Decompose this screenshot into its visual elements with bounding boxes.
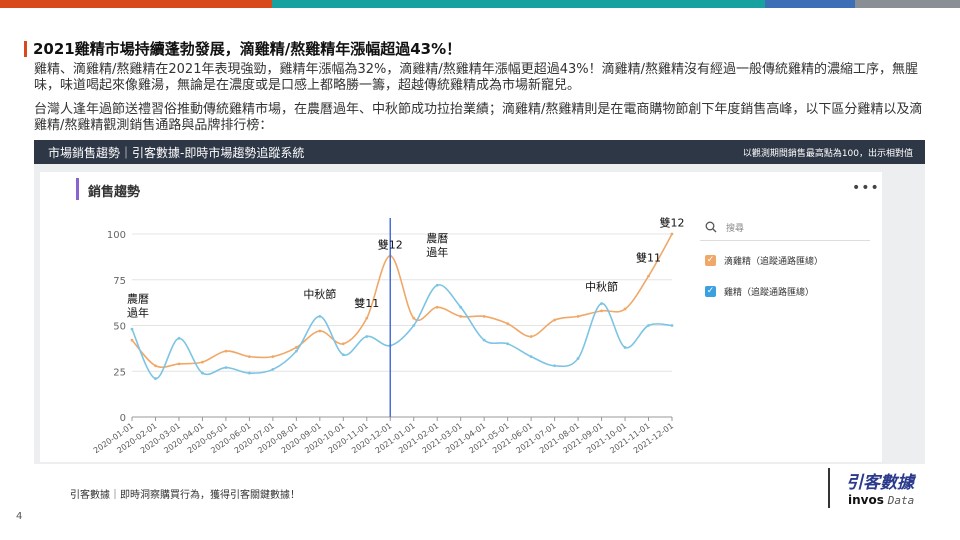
page-number: 4 [16,511,23,522]
legend-item-drip-essence[interactable]: ✓ 滴雞精（追蹤通路匯總） [705,254,823,267]
logo-english: invos Data [848,493,914,507]
logo-divider [828,468,830,508]
top-bar-segment-teal [272,0,765,8]
slide-title: 2021雞精市場持續蓬勃發展，滴雞精/熬雞精年漲幅超過43%！ [33,40,462,58]
legend-label: 雞精（追蹤通路匯總） [724,288,815,298]
card-title-accent [76,178,79,200]
intro-paragraph-1: 雞精、滴雞精/熬雞精在2021年表現強勁，雞精年漲幅為32%，滴雞精/熬雞精年漲… [34,62,919,93]
legend-search[interactable]: 搜尋 [700,220,870,241]
footer-note: 引客數據｜即時洞察購買行為，獲得引客關鍵數據！ [70,490,300,501]
legend-divider [700,240,870,241]
intro-paragraph-2: 台灣人逢年過節送禮習俗推動傳統雞精市場，在農曆過年、中秋節成功拉抬業績；滴雞精/… [34,102,923,133]
legend-item-chicken-essence[interactable]: ✓ 雞精（追蹤通路匯總） [705,285,814,298]
legend-label: 滴雞精（追蹤通路匯總） [724,257,824,267]
chart-header-title: 市場銷售趨勢｜引客數據-即時市場趨勢追蹤系統 [48,145,305,160]
brand-logo: 引客數據 invos Data [828,468,938,512]
logo-en-bold: invos [848,493,884,507]
top-bar-segment-blue [765,0,855,8]
top-bar-segment-orange [0,0,272,8]
chart-header-bar: 市場銷售趨勢｜引客數據-即時市場趨勢追蹤系統 以觀測期間銷售最高點為100，出示… [34,140,925,164]
more-dots-icon[interactable]: ••• [852,180,880,196]
card-title: 銷售趨勢 [88,185,141,200]
search-icon [705,221,717,233]
chart-header-note: 以觀測期間銷售最高點為100，出示相對值 [742,148,913,159]
top-bar-segment-gray [855,0,960,8]
top-color-bar [0,0,960,8]
checkbox-icon[interactable]: ✓ [705,255,716,266]
search-placeholder: 搜尋 [726,224,745,234]
title-accent-bar [24,40,27,57]
logo-en-italic: Data [887,494,915,507]
logo-chinese: 引客數據 [846,473,914,493]
checkbox-icon[interactable]: ✓ [705,286,716,297]
slide-title-wrap: 2021雞精市場持續蓬勃發展，滴雞精/熬雞精年漲幅超過43%！ [24,38,461,59]
chart-card [40,172,882,462]
